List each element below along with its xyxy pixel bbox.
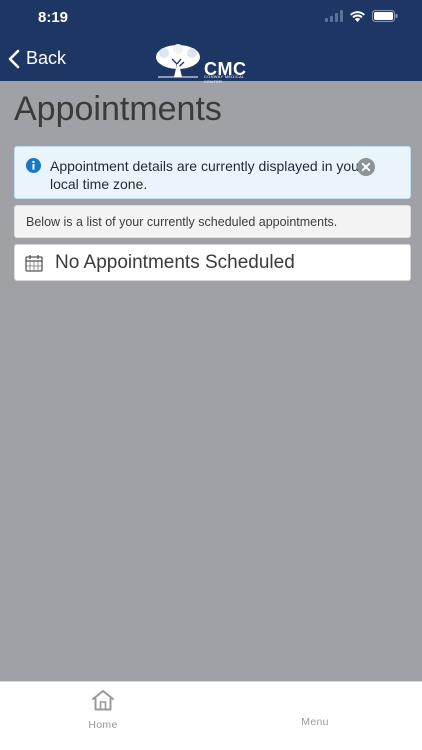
back-button[interactable]: Back	[8, 48, 66, 69]
calendar-icon	[25, 255, 43, 272]
signal-icon	[325, 10, 343, 22]
list-description: Below is a list of your currently schedu…	[14, 205, 411, 238]
battery-icon	[372, 10, 398, 22]
empty-appointments: No Appointments Scheduled	[14, 244, 411, 281]
status-time: 8:19	[38, 9, 69, 26]
tree-icon	[156, 44, 200, 78]
tab-menu[interactable]: Menu	[270, 688, 360, 728]
back-label: Back	[26, 48, 67, 68]
tab-home-label: Home	[88, 719, 118, 731]
info-icon	[26, 158, 41, 173]
timezone-alert: Appointment details are currently displa…	[14, 146, 411, 199]
close-icon[interactable]	[357, 158, 375, 176]
wifi-icon	[350, 11, 365, 22]
alert-message: Appointment details are currently displa…	[50, 158, 364, 192]
page-title: Appointments	[14, 90, 222, 128]
home-icon	[92, 690, 114, 711]
tab-bar: Home Menu	[0, 681, 422, 750]
app-header: 8:19 Back CMC CONWAY MEDICAL CENTER	[0, 0, 422, 84]
tab-home[interactable]: Home	[58, 688, 148, 731]
empty-message: No Appointments Scheduled	[55, 252, 295, 273]
status-icons	[325, 10, 398, 22]
chevron-left-icon	[8, 49, 20, 68]
cmc-logo: CMC CONWAY MEDICAL CENTER	[154, 44, 254, 84]
tab-menu-label: Menu	[301, 716, 329, 728]
logo-subtext: CONWAY MEDICAL CENTER	[204, 74, 245, 84]
